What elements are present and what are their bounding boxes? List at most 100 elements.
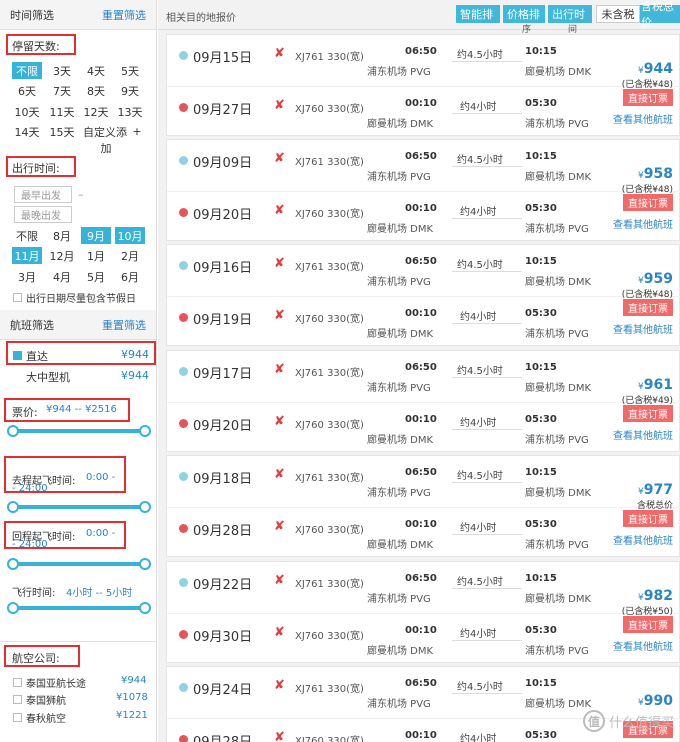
other-flights-link[interactable]: 查看其他航班 (613, 427, 673, 442)
month-option[interactable]: 5月 (81, 268, 111, 285)
outbound-dep-time: 06:50 (405, 151, 437, 162)
return-flight-no: XJ760 330(宽) (295, 209, 364, 220)
airasia-logo-icon: ✘ (274, 625, 285, 640)
sort-time-button[interactable]: 出行时 (548, 5, 592, 23)
watermark-text: 什么值得买 (608, 715, 674, 731)
outbound-dep-airport: 浦东机场 PVG (367, 277, 431, 288)
sort-smart-button[interactable]: 智能排 (456, 5, 500, 23)
ret-time-range: 0:00 - (86, 528, 116, 539)
stay-days-option[interactable]: 5天 (115, 62, 145, 79)
return-dep-time: 00:10 (405, 519, 437, 530)
book-button[interactable]: 直接订票 (623, 299, 673, 316)
stay-days-option[interactable]: 不限 (12, 62, 42, 79)
month-option[interactable]: 11月 (12, 247, 42, 264)
month-option[interactable]: 6月 (115, 268, 145, 285)
latest-depart-input[interactable]: 最晚出发 (14, 206, 72, 223)
out-time-slider-track[interactable] (13, 505, 145, 509)
stay-days-option[interactable]: 14天 (12, 123, 42, 140)
stay-days-option[interactable]: 4天 (81, 62, 111, 79)
out-time-slider-min-handle[interactable] (7, 501, 19, 513)
book-button[interactable]: 直接订票 (623, 89, 673, 106)
ret-time-slider-max-handle[interactable] (139, 558, 151, 570)
return-route-line (452, 640, 522, 641)
flight-card[interactable]: 09月22日 ✘ XJ761 330(宽) 06:50 约4.5小时 10:15… (166, 561, 680, 663)
excl-tax-button[interactable]: 未含税 (596, 5, 640, 23)
stay-days-option[interactable]: 9天 (115, 82, 145, 99)
other-flights-link[interactable]: 查看其他航班 (613, 532, 673, 547)
stay-days-option[interactable]: 7天 (47, 82, 77, 99)
outbound-duration: 约4.5小时 (457, 260, 503, 271)
book-button[interactable]: 直接订票 (623, 616, 673, 633)
flight-card[interactable]: 09月16日 ✘ XJ761 330(宽) 06:50 约4.5小时 10:15… (166, 244, 680, 346)
out-time-slider-max-handle[interactable] (139, 501, 151, 513)
direct-checkbox[interactable] (13, 351, 22, 360)
plus-icon[interactable]: + (130, 123, 144, 140)
other-flights-link[interactable]: 查看其他航班 (613, 216, 673, 231)
airline-checkbox[interactable] (13, 678, 22, 687)
earliest-depart-input[interactable]: 最早出发 (14, 186, 72, 203)
month-option[interactable]: 1月 (81, 247, 111, 264)
book-button[interactable]: 直接订票 (623, 510, 673, 527)
total-price: ¥959 (638, 271, 673, 287)
other-flights-link[interactable]: 查看其他航班 (613, 638, 673, 653)
return-dep-airport: 廊曼机场 DMK (367, 646, 434, 657)
holiday-checkbox[interactable] (13, 293, 22, 302)
stay-days-option[interactable]: 15天 (47, 123, 77, 140)
outbound-duration: 约4.5小时 (457, 155, 503, 166)
incl-tax-button[interactable]: 含税总价 (640, 0, 680, 29)
return-flight-no: XJ760 330(宽) (295, 420, 364, 431)
airline-checkbox[interactable] (13, 713, 22, 722)
month-option[interactable]: 2月 (115, 247, 145, 264)
flight-card[interactable]: 09月15日 ✘ XJ761 330(宽) 06:50 约4.5小时 10:15… (166, 34, 680, 136)
price-label: 票价: (12, 406, 38, 419)
flight-card[interactable]: 09月17日 ✘ XJ761 330(宽) 06:50 约4.5小时 10:15… (166, 350, 680, 452)
other-flights-link[interactable]: 查看其他航班 (613, 111, 673, 126)
fly-time-slider-min-handle[interactable] (7, 602, 19, 614)
flight-card[interactable]: 09月09日 ✘ XJ761 330(宽) 06:50 约4.5小时 10:15… (166, 139, 680, 241)
outbound-flight-no: XJ761 330(宽) (295, 579, 364, 590)
outbound-arr-time: 10:15 (525, 46, 557, 57)
fly-time-slider-track[interactable] (13, 606, 145, 610)
stay-days-option[interactable]: 12天 (81, 103, 111, 120)
other-flights-link[interactable]: 查看其他航班 (613, 321, 673, 336)
results-title: 相关目的地报价 (166, 13, 236, 24)
airasia-logo-icon: ✘ (274, 308, 285, 323)
return-date: 09月28日 (193, 731, 252, 742)
outbound-dot-icon (179, 367, 188, 376)
stay-days-option[interactable]: 10天 (12, 103, 42, 120)
stay-days-option[interactable]: 3天 (47, 62, 77, 79)
airasia-logo-icon: ✘ (274, 203, 285, 218)
month-option[interactable]: 9月 (81, 227, 111, 244)
stay-days-option[interactable]: 8天 (81, 82, 111, 99)
sort-price-button[interactable]: 价格排 (503, 5, 545, 23)
month-option[interactable]: 3月 (12, 268, 42, 285)
fly-time-slider-max-handle[interactable] (139, 602, 151, 614)
stay-days-option[interactable]: 13天 (115, 103, 145, 120)
month-option[interactable]: 8月 (47, 227, 77, 244)
ret-time-slider-min-handle[interactable] (7, 558, 19, 570)
price-slider-max-handle[interactable] (139, 425, 151, 437)
return-duration: 约4小时 (460, 734, 497, 742)
stay-days-option[interactable]: 6天 (12, 82, 42, 99)
ret-time-slider-track[interactable] (13, 562, 145, 566)
month-option[interactable]: 12月 (47, 247, 77, 264)
flight-card[interactable]: 09月18日 ✘ XJ761 330(宽) 06:50 约4.5小时 10:15… (166, 455, 680, 557)
airline-label: 航空公司: (12, 652, 60, 665)
airasia-logo-icon: ✘ (274, 151, 285, 166)
custom-days-option[interactable]: 自定义添 (82, 123, 128, 140)
flight-reset-link[interactable]: 重置筛选 (102, 317, 146, 333)
time-reset-link[interactable]: 重置筛选 (102, 7, 146, 23)
price-slider-min-handle[interactable] (7, 425, 19, 437)
airline-checkbox[interactable] (13, 695, 22, 704)
book-button[interactable]: 直接订票 (623, 194, 673, 211)
month-option[interactable]: 10月 (115, 227, 145, 244)
month-option[interactable]: 4月 (47, 268, 77, 285)
stay-days-option[interactable]: 11天 (47, 103, 77, 120)
month-option[interactable]: 不限 (12, 227, 42, 244)
return-arr-airport: 浦东机场 PVG (525, 435, 589, 446)
divider (0, 641, 156, 642)
total-price: ¥990 (638, 693, 673, 709)
price-slider-track[interactable] (13, 429, 145, 433)
book-button[interactable]: 直接订票 (623, 405, 673, 422)
return-arr-airport: 浦东机场 PVG (525, 329, 589, 340)
